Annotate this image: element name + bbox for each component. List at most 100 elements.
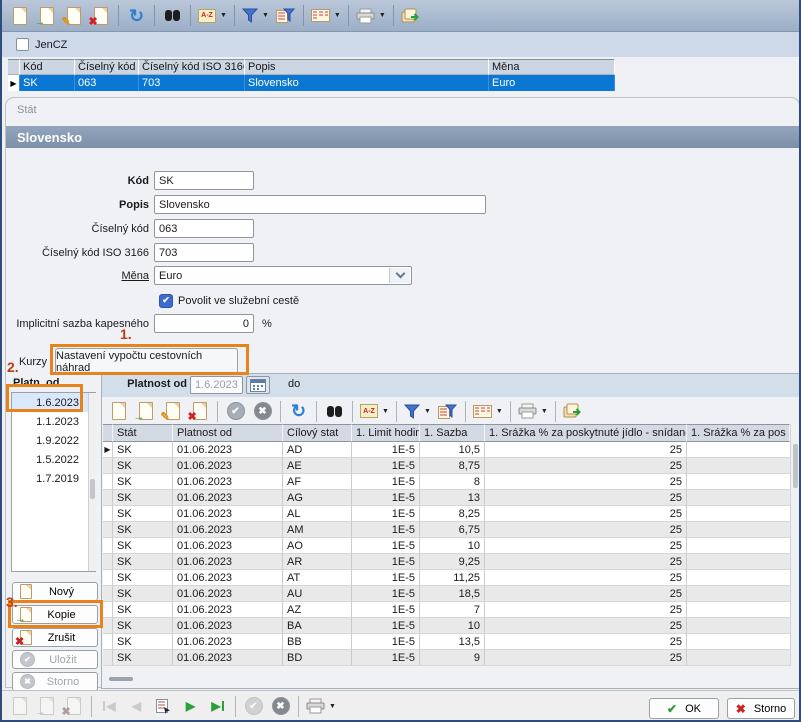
ok-button[interactable]: ✔ OK <box>649 698 719 719</box>
find-binoculars-button[interactable] <box>159 3 186 29</box>
table-row[interactable]: SK01.06.2023AE1E-58,7525 <box>103 458 790 474</box>
date-list-item[interactable]: 1.5.2022 <box>12 450 95 469</box>
scrollbar-thumb[interactable] <box>90 479 95 499</box>
povolit-checkbox-label[interactable]: Povolit ve služební cestě <box>178 295 299 307</box>
povolit-checkbox[interactable]: ✔ <box>159 294 173 308</box>
nav-last-button[interactable]: ▶ <box>204 693 231 719</box>
find-binoculars-button[interactable] <box>321 398 348 424</box>
rates-col-header[interactable]: 1. Srážka % za pos <box>687 424 790 442</box>
zrusit-button[interactable]: ✖Zrušit <box>12 628 98 647</box>
rates-col-header[interactable]: 1. Sazba <box>420 424 485 442</box>
print-button[interactable]: ▼ <box>303 693 339 719</box>
col-header-mena[interactable]: Měna <box>489 59 615 75</box>
copy-document-button[interactable]: → <box>33 3 60 29</box>
table-row[interactable]: SK01.06.2023AF1E-5825 <box>103 474 790 490</box>
table-row[interactable]: SK01.06.2023AG1E-51325 <box>103 490 790 506</box>
nav-next-button[interactable]: ▶ <box>177 693 204 719</box>
dropdown-caret-icon: ▼ <box>379 12 386 19</box>
print-button[interactable]: ▼ <box>353 3 389 29</box>
record-select-button[interactable] <box>150 693 177 719</box>
new-document-button[interactable] <box>105 398 132 424</box>
filter-columns-button[interactable] <box>434 398 461 424</box>
kod-input[interactable]: SK <box>154 171 254 190</box>
columns-button[interactable]: ▼ <box>470 398 506 424</box>
grid-cell <box>687 650 790 666</box>
nav-prev-button: ◀ <box>123 693 150 719</box>
edit-document-button[interactable]: ✎ <box>159 398 186 424</box>
rates-grid-horizontal-scrollbar[interactable] <box>103 674 789 684</box>
jencz-checkbox[interactable] <box>16 38 29 51</box>
rates-col-header[interactable]: 1. Srážka % za poskytnuté jídlo - snídan… <box>485 424 687 442</box>
cancel-circle-button[interactable]: ✖ <box>267 693 294 719</box>
columns-button[interactable]: ▼ <box>308 3 344 29</box>
refresh-button[interactable]: ↻ <box>123 3 150 29</box>
export-button[interactable] <box>398 3 425 29</box>
jencz-checkbox-label[interactable]: JenCZ <box>35 39 67 51</box>
rates-grid-vertical-scrollbar[interactable] <box>790 424 800 666</box>
table-row[interactable]: SK01.06.2023BA1E-51025 <box>103 618 790 634</box>
scrollbar-thumb[interactable] <box>793 444 798 488</box>
popis-input[interactable]: Slovensko <box>154 195 486 214</box>
table-row[interactable]: SK01.06.2023BD1E-5925 <box>103 650 790 666</box>
storno-button[interactable]: ✖ Storno <box>727 698 795 719</box>
sort-az-button[interactable]: A-Z▼ <box>357 398 392 424</box>
ciselny-kod-input[interactable]: 063 <box>154 219 254 238</box>
mena-dropdown-button[interactable] <box>389 268 410 283</box>
table-row[interactable]: ▶SK01.06.2023AD1E-510,525 <box>103 442 790 458</box>
novy-button[interactable]: Nový <box>12 582 98 601</box>
col-header-popis[interactable]: Popis <box>245 59 489 75</box>
date-list-item[interactable]: 1.1.2023 <box>12 412 95 431</box>
platnost-od-input[interactable]: 1.6.2023 <box>190 376 243 394</box>
cancel-circle-button[interactable]: ✖ <box>249 398 276 424</box>
table-row[interactable]: SK01.06.2023AO1E-51025 <box>103 538 790 554</box>
mena-label-link[interactable]: Měna <box>6 270 154 282</box>
rates-col-header[interactable] <box>103 424 113 442</box>
kapesne-input[interactable]: 0 <box>154 314 254 333</box>
table-row[interactable]: SK01.06.2023AZ1E-5725 <box>103 602 790 618</box>
copy-document-button[interactable]: → <box>132 398 159 424</box>
sort-az-button[interactable]: A-Z▼ <box>195 3 230 29</box>
grid-cell: 25 <box>485 602 687 618</box>
col-header-iso[interactable]: Číselný kód ISO 3166 <box>139 59 245 75</box>
rates-col-header[interactable]: Platnost od <box>173 424 283 442</box>
countries-grid-selected-row[interactable]: ▶ SK 063 703 Slovensko Euro <box>8 75 615 91</box>
rates-col-header[interactable]: Stát <box>113 424 173 442</box>
table-row[interactable]: SK01.06.2023AR1E-59,2525 <box>103 554 790 570</box>
table-row[interactable]: SK01.06.2023AL1E-58,2525 <box>103 506 790 522</box>
col-header-kod[interactable]: Kód <box>20 59 75 75</box>
ok-circle-button[interactable]: ✔ <box>222 398 249 424</box>
grid-cell: 25 <box>485 650 687 666</box>
rates-col-header[interactable]: Cílový stat <box>283 424 352 442</box>
scrollbar-thumb[interactable] <box>109 677 133 681</box>
grid-cell: SK <box>113 538 173 554</box>
grid-cell: 1E-5 <box>352 650 420 666</box>
edit-document-button[interactable]: ✎ <box>60 3 87 29</box>
date-list-item[interactable]: 1.7.2019 <box>12 469 95 488</box>
iso-input[interactable]: 703 <box>154 243 254 262</box>
mena-combobox[interactable]: Euro <box>154 266 412 285</box>
date-list-item[interactable]: 1.9.2022 <box>12 431 95 450</box>
filter-button[interactable]: ▼ <box>239 3 272 29</box>
refresh-button[interactable]: ↻ <box>285 398 312 424</box>
form-row-mena: Měna Euro <box>6 266 412 285</box>
table-row[interactable]: SK01.06.2023AU1E-518,525 <box>103 586 790 602</box>
calendar-button[interactable] <box>246 376 270 394</box>
grid-cell: SK <box>113 570 173 586</box>
filter-columns-button[interactable] <box>272 3 299 29</box>
table-row[interactable]: SK01.06.2023AM1E-56,7525 <box>103 522 790 538</box>
filter-button[interactable]: ▼ <box>401 398 434 424</box>
table-row[interactable]: SK01.06.2023AT1E-511,2525 <box>103 570 790 586</box>
export-button[interactable] <box>560 398 587 424</box>
record-title-bar: Slovensko <box>6 126 799 148</box>
col-header-ciselny-kod[interactable]: Číselný kód <box>75 59 139 75</box>
row-marker-icon: ▶ <box>8 75 20 91</box>
dates-list-scrollbar[interactable] <box>88 393 96 571</box>
delete-document-button[interactable]: ✖ <box>186 398 213 424</box>
delete-document-button[interactable]: ✖ <box>87 3 114 29</box>
new-document-button[interactable] <box>6 3 33 29</box>
rates-col-header[interactable]: 1. Limit hodin <box>352 424 420 442</box>
grid-cell <box>687 602 790 618</box>
print-button[interactable]: ▼ <box>515 398 551 424</box>
grid-cell: 9 <box>420 650 485 666</box>
table-row[interactable]: SK01.06.2023BB1E-513,525 <box>103 634 790 650</box>
